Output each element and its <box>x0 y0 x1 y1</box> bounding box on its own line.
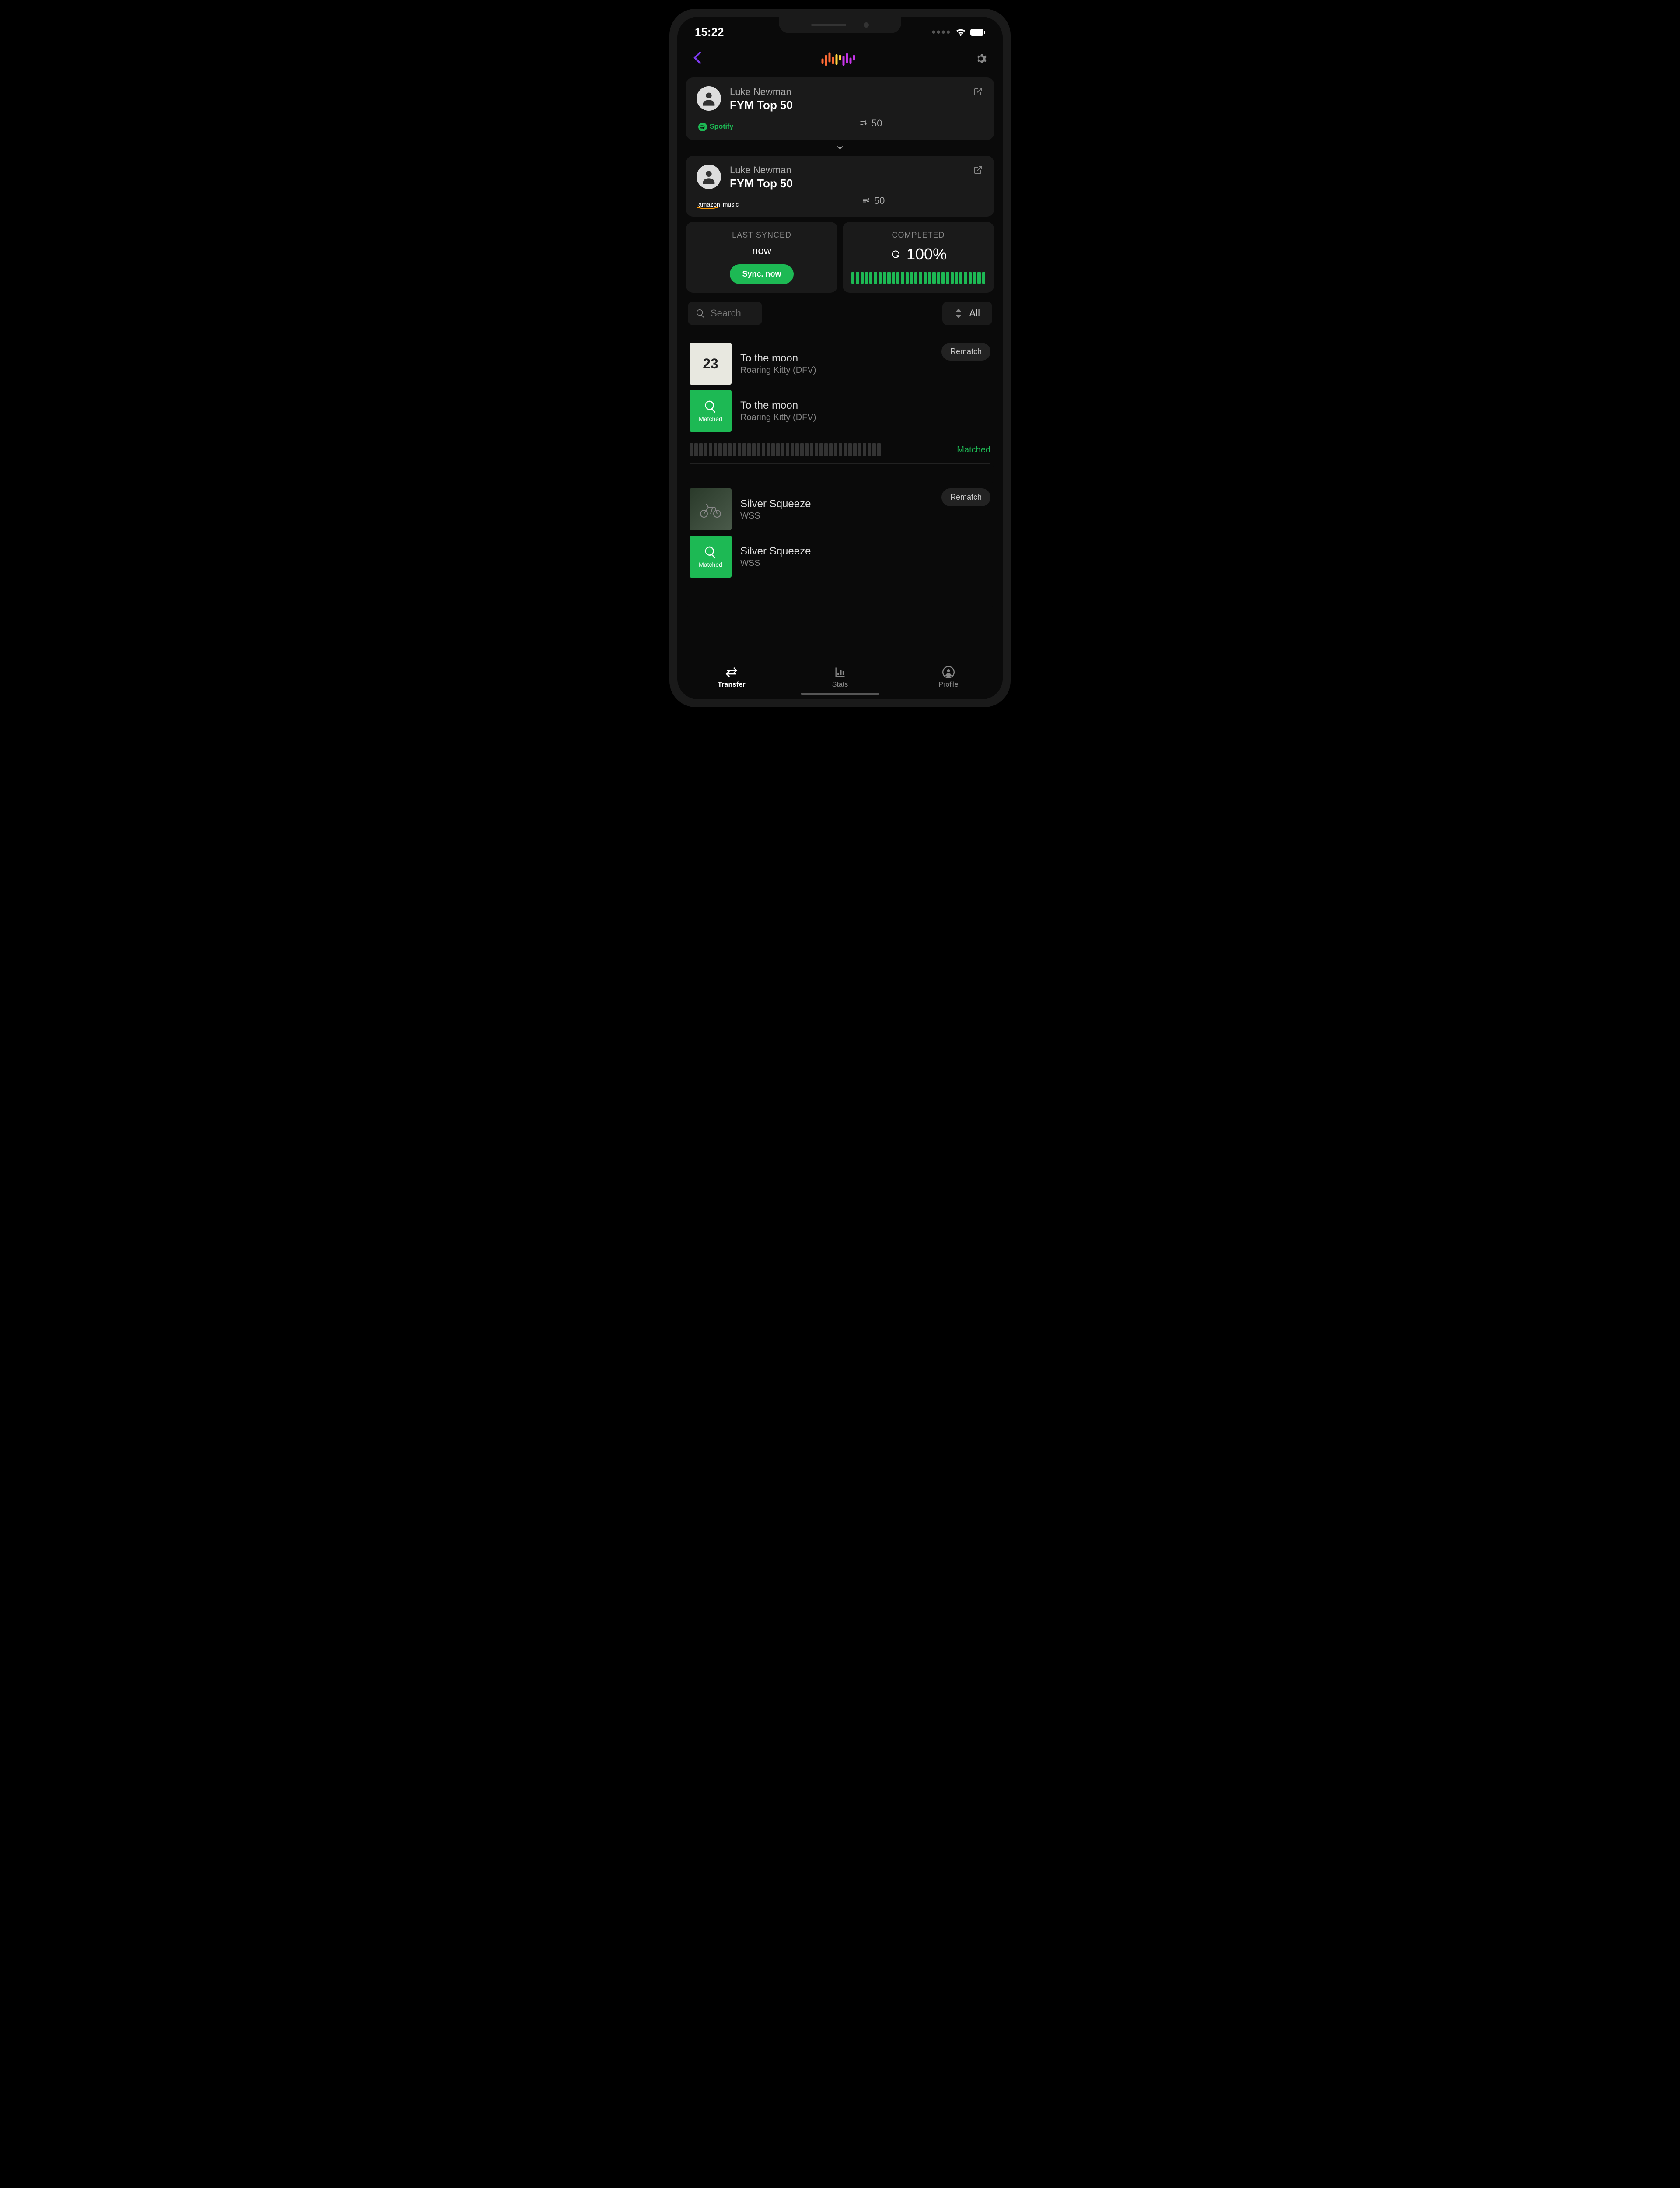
status-time: 15:22 <box>695 25 724 39</box>
matched-artist: Roaring Kitty (DFV) <box>740 413 942 423</box>
track-title: Silver Squeeze <box>740 498 942 510</box>
search-input[interactable] <box>710 308 754 319</box>
rematch-button[interactable]: Rematch <box>942 488 990 506</box>
destination-playlist-card: Luke Newman FYM Top 50 amazonmusic 50 <box>686 156 994 217</box>
match-status: Matched <box>948 445 990 455</box>
source-track-count: 50 <box>859 118 882 129</box>
notch <box>779 17 901 33</box>
source-owner: Luke Newman <box>730 86 964 98</box>
progress-bar <box>851 272 985 284</box>
destination-owner: Luke Newman <box>730 165 964 176</box>
track-artist: WSS <box>740 511 942 521</box>
completed-value: 100% <box>906 245 947 263</box>
search-icon <box>704 545 718 559</box>
matched-title: To the moon <box>740 400 942 412</box>
sort-icon <box>955 309 962 318</box>
arrow-down-icon <box>686 143 994 153</box>
phone-frame: 15:22 •••• <box>669 9 1011 707</box>
matched-title: Silver Squeeze <box>740 545 942 558</box>
phone-screen: 15:22 •••• <box>677 17 1003 699</box>
battery-icon <box>970 29 985 36</box>
tab-profile[interactable]: Profile <box>894 666 1003 689</box>
last-synced-value: now <box>695 245 829 257</box>
external-link-button[interactable] <box>973 86 984 99</box>
sync-now-button[interactable]: Sync. now <box>730 264 793 284</box>
matched-artist: WSS <box>740 558 942 568</box>
back-button[interactable] <box>693 50 702 69</box>
destination-track-count: 50 <box>862 195 885 207</box>
track-item: Silver Squeeze WSS Matched Silver Squeez… <box>686 480 994 609</box>
tab-stats[interactable]: Stats <box>786 666 894 689</box>
matched-artwork: Matched <box>690 390 732 432</box>
track-artist: Roaring Kitty (DFV) <box>740 365 942 375</box>
app-logo <box>821 52 856 67</box>
rematch-button[interactable]: Rematch <box>942 343 990 361</box>
track-title: To the moon <box>740 352 942 365</box>
last-synced-label: LAST SYNCED <box>695 231 829 240</box>
header <box>677 43 1003 77</box>
transfer-icon <box>724 666 738 678</box>
matched-artwork: Matched <box>690 536 732 578</box>
source-title: FYM Top 50 <box>730 98 964 112</box>
search-box[interactable] <box>688 302 762 325</box>
avatar <box>696 86 721 111</box>
last-synced-card: LAST SYNCED now Sync. now <box>686 222 837 293</box>
tab-transfer[interactable]: Transfer <box>677 666 786 689</box>
profile-icon <box>942 666 955 678</box>
signal-dots-icon: •••• <box>932 25 951 39</box>
filter-button[interactable]: All <box>942 302 992 325</box>
search-icon <box>704 400 718 414</box>
home-indicator[interactable] <box>801 693 879 695</box>
refresh-icon <box>890 249 901 260</box>
amazon-music-badge: amazonmusic <box>698 201 738 208</box>
completed-card: COMPLETED 100% <box>843 222 994 293</box>
completed-label: COMPLETED <box>851 231 985 240</box>
track-artwork <box>690 488 732 530</box>
wifi-icon <box>956 28 966 36</box>
spotify-badge: Spotify <box>698 123 733 131</box>
avatar <box>696 165 721 189</box>
external-link-button[interactable] <box>973 165 984 177</box>
search-icon <box>696 309 705 318</box>
match-progress: Matched <box>690 443 990 456</box>
source-playlist-card: Luke Newman FYM Top 50 Spotify 50 <box>686 77 994 140</box>
destination-title: FYM Top 50 <box>730 177 964 190</box>
settings-button[interactable] <box>975 53 987 67</box>
track-item: 23 To the moon Roaring Kitty (DFV) Match… <box>686 334 994 471</box>
track-artwork: 23 <box>690 343 732 385</box>
stats-icon <box>834 666 846 678</box>
